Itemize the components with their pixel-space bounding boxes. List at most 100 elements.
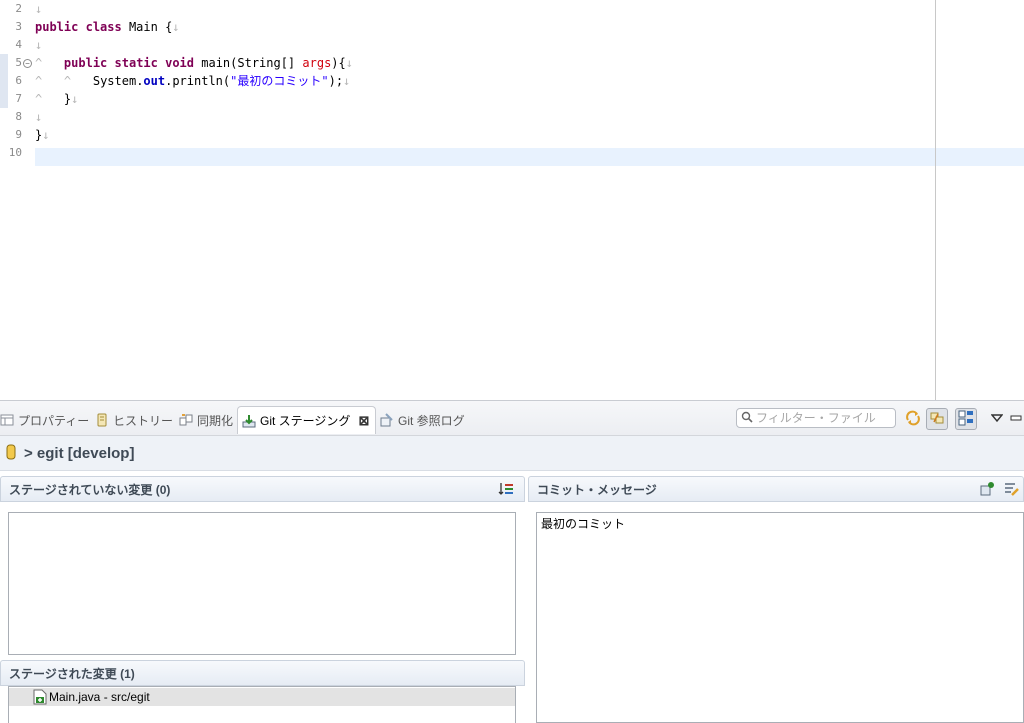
unstaged-changes-title: ステージされていない変更 (0): [9, 482, 171, 497]
code-line: public class Main {↓: [35, 18, 180, 36]
line-number: 2: [15, 2, 22, 15]
tab-glyph: ^: [35, 92, 43, 106]
field: out: [143, 74, 166, 88]
repository-title: > egit [develop]: [24, 444, 135, 462]
newline-glyph: ↓: [35, 110, 43, 124]
line-number: 3: [15, 20, 22, 33]
code-line: ↓: [35, 108, 42, 126]
refresh-icon: [905, 410, 921, 429]
tab-glyph: ^: [35, 56, 43, 70]
presentation-button[interactable]: [955, 408, 977, 430]
synchronize-icon: [179, 413, 193, 427]
keyword: static: [114, 56, 158, 70]
newline-glyph: ↓: [172, 20, 180, 34]
link-selection-icon: [929, 410, 945, 429]
properties-icon: [0, 413, 14, 427]
signed-off-icon: [1003, 481, 1019, 500]
tab-git-reflog[interactable]: Git 参照ログ: [380, 406, 465, 434]
newline-glyph: ↓: [35, 2, 43, 16]
staged-changes-section: ステージされた変更 (1) Main.java - src/egit: [0, 660, 525, 723]
tab-label: Git 参照ログ: [398, 413, 465, 428]
code-line: }↓: [35, 126, 49, 144]
parameter: args: [302, 56, 332, 70]
git-reflog-icon: [380, 413, 394, 427]
view-tab-bar: プロパティー ヒストリー 同期化 Git ステージング ⊠ Git 参照ログ: [0, 400, 1024, 436]
editor-gutter: 2 3 4 5 6 7 8 9 10 −: [0, 0, 35, 400]
view-menu-button[interactable]: [986, 408, 1008, 430]
code-text: ){: [331, 56, 346, 70]
code-text: Main {: [121, 20, 173, 34]
newline-glyph: ↓: [42, 128, 50, 142]
code-line: ^ ^ System.out.println("最初のコミット");↓: [35, 72, 350, 90]
code-line: ^ }↓: [35, 90, 78, 108]
section-header: ステージされた変更 (1): [0, 660, 525, 686]
layout-icon: [958, 410, 974, 429]
keyword: void: [165, 56, 195, 70]
link-with-selection-button[interactable]: [926, 408, 948, 430]
list-item[interactable]: Main.java - src/egit: [9, 688, 515, 706]
tab-glyph: ^: [35, 74, 43, 88]
tab-synchronize[interactable]: 同期化: [179, 406, 233, 434]
unstaged-files-list[interactable]: [8, 512, 516, 655]
string-literal: "最初のコミット": [230, 74, 329, 88]
refresh-button[interactable]: [902, 408, 924, 430]
close-icon[interactable]: ⊠: [358, 413, 369, 429]
line-number: 7: [15, 92, 22, 105]
search-icon: [741, 411, 753, 426]
minimize-button[interactable]: [1008, 408, 1024, 430]
git-staging-icon: [242, 414, 256, 428]
current-line-highlight: [35, 148, 1024, 166]
staged-changes-title: ステージされた変更 (1): [9, 666, 135, 681]
tab-history[interactable]: ヒストリー: [95, 406, 173, 434]
line-number: 6: [15, 74, 22, 87]
amend-icon: [979, 481, 995, 500]
code-text: main(String[]: [194, 56, 303, 70]
tab-glyph: ^: [63, 74, 72, 88]
filter-files-input[interactable]: [756, 411, 892, 425]
code-text: .println(: [165, 74, 231, 88]
collapse-icon[interactable]: −: [23, 59, 32, 68]
code-line: ↓: [35, 36, 42, 54]
tab-label: プロパティー: [18, 413, 90, 428]
section-header: コミット・メッセージ: [528, 476, 1024, 502]
line-number: 10: [8, 146, 22, 159]
code-line: ^ public static void main(String[] args)…: [35, 54, 353, 72]
staged-files-list[interactable]: Main.java - src/egit: [8, 686, 516, 723]
tab-label: 同期化: [197, 413, 234, 428]
commit-message-input[interactable]: 最初のコミット: [536, 512, 1024, 723]
code-editor[interactable]: 2 3 4 5 6 7 8 9 10 − ↓ public class Main…: [0, 0, 1024, 400]
keyword: class: [85, 20, 122, 34]
code-text: System.: [92, 74, 144, 88]
java-file-icon: [33, 689, 47, 708]
tab-label: ヒストリー: [113, 413, 174, 428]
code-text: );: [328, 74, 344, 88]
sign-off-button[interactable]: [1000, 480, 1022, 500]
line-number: 5: [15, 56, 22, 69]
line-number: 9: [15, 128, 22, 141]
staged-file-label: Main.java - src/egit: [49, 690, 150, 704]
keyword: public: [35, 20, 79, 34]
sort-button[interactable]: [494, 480, 518, 500]
commit-message-title: コミット・メッセージ: [537, 482, 657, 497]
chevron-down-icon: [990, 412, 1004, 426]
print-margin: [935, 0, 936, 400]
line-number: 4: [15, 38, 22, 51]
tab-git-staging[interactable]: Git ステージング ⊠: [237, 406, 377, 434]
amend-button[interactable]: [976, 480, 998, 500]
tab-properties[interactable]: プロパティー: [0, 406, 89, 434]
line-number: 8: [15, 110, 22, 123]
newline-glyph: ↓: [345, 56, 353, 70]
tab-label: Git ステージング: [260, 414, 351, 428]
repository-header: > egit [develop]: [0, 436, 1024, 471]
newline-glyph: ↓: [71, 92, 79, 106]
code-line: ↓: [35, 0, 42, 18]
repository-icon: [6, 444, 16, 463]
sort-icon: [498, 481, 514, 500]
section-header: ステージされていない変更 (0): [0, 476, 525, 502]
unstaged-changes-section: ステージされていない変更 (0): [0, 476, 525, 660]
filter-files-field[interactable]: [736, 408, 896, 428]
keyword: public: [63, 56, 108, 70]
history-icon: [95, 413, 109, 427]
minimize-icon: [1010, 412, 1022, 426]
newline-glyph: ↓: [35, 38, 43, 52]
